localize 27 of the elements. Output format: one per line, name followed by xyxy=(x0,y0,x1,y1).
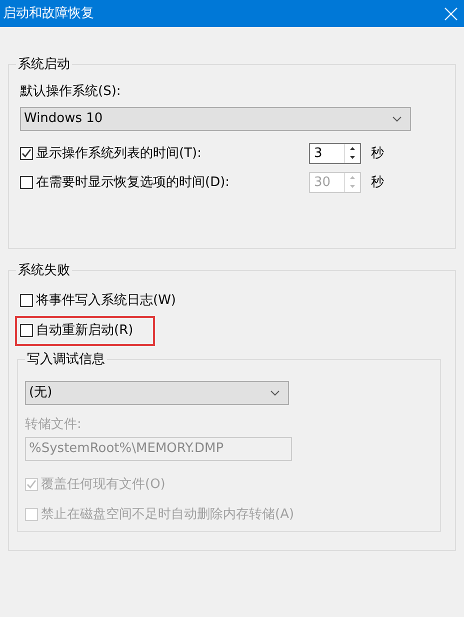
field-label: 默认操作系统(S): xyxy=(20,82,121,100)
field-label: 转储文件: xyxy=(25,416,82,434)
chevron-down-icon xyxy=(392,116,402,122)
checkbox-label: 自动重新启动(R) xyxy=(36,322,134,340)
spin-value: 30 xyxy=(313,174,332,192)
os-dropdown[interactable]: Windows 10 xyxy=(20,107,411,131)
checkbox-label: 在需要时显示恢复选项的时间(D): xyxy=(36,174,230,192)
checkmark-icon xyxy=(26,478,37,490)
group-title: 系统失败 xyxy=(17,262,71,280)
checkmark-icon xyxy=(21,148,32,159)
checkbox-label: 覆盖任何现有文件(O) xyxy=(41,476,166,494)
checkbox-label: 显示操作系统列表的时间(T): xyxy=(36,144,202,163)
checkbox-label: 将事件写入系统日志(W) xyxy=(36,292,176,310)
group-title: 系统启动 xyxy=(17,56,71,74)
checkbox[interactable] xyxy=(20,147,33,160)
unit-label: 秒 xyxy=(371,144,384,163)
chevron-down-icon xyxy=(270,390,280,396)
checkbox-label: 禁止在磁盘空间不足时自动删除内存转储(A) xyxy=(41,506,294,524)
checkbox[interactable] xyxy=(20,294,33,307)
spin-value: 3 xyxy=(313,145,324,163)
debug-dropdown[interactable]: (无) xyxy=(25,381,289,405)
close-icon[interactable] xyxy=(444,6,458,20)
spin-box[interactable]: 3 xyxy=(309,143,361,164)
checkbox[interactable] xyxy=(20,324,33,337)
window-title: 启动和故障恢复 xyxy=(3,4,94,23)
group-title: 写入调试信息 xyxy=(26,350,106,368)
unit-label: 秒 xyxy=(371,174,384,192)
